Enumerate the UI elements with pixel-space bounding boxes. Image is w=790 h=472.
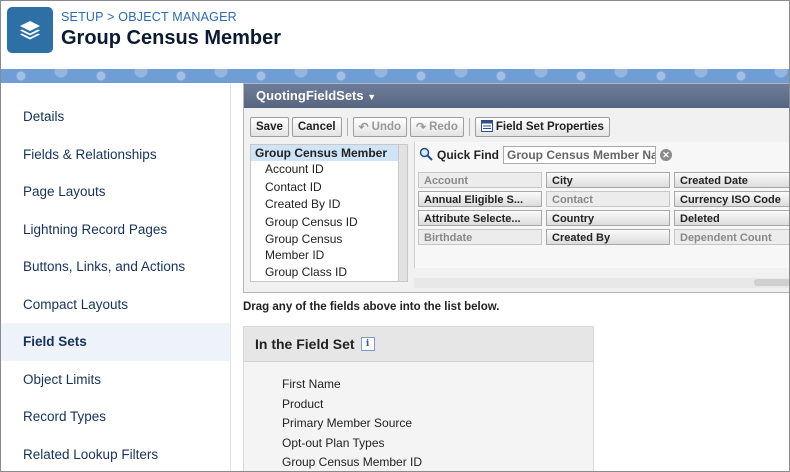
sidebar-item-details[interactable]: Details bbox=[1, 98, 230, 136]
undo-icon: ↶ bbox=[358, 120, 369, 134]
scrollbar-thumb[interactable] bbox=[754, 279, 789, 286]
field-chip[interactable]: Created Date bbox=[674, 172, 789, 188]
field-chip: Dependent Count bbox=[674, 229, 789, 245]
save-label: Save bbox=[256, 121, 283, 133]
field-set-properties-button[interactable]: Field Set Properties bbox=[474, 117, 610, 137]
editor-toolbar: Save Cancel ↶ Undo ↷ Redo Field Set Prop… bbox=[250, 116, 610, 138]
field-chip: Birthdate bbox=[418, 229, 542, 245]
field-set-item[interactable]: Group Census Member ID bbox=[282, 453, 593, 471]
object-field-item[interactable]: Group Census Member ID bbox=[251, 231, 399, 264]
undo-label: Undo bbox=[371, 121, 402, 133]
sidebar-item-record-types[interactable]: Record Types bbox=[1, 398, 230, 436]
sidebar-item-buttons-links-and-actions[interactable]: Buttons, Links, and Actions bbox=[1, 248, 230, 286]
sidebar-item-compact-layouts[interactable]: Compact Layouts bbox=[1, 286, 230, 324]
undo-button[interactable]: ↶ Undo bbox=[352, 117, 408, 137]
available-fields-grid: Account City Created Date Annual Eligible S… bbox=[418, 172, 789, 245]
magnifier-icon bbox=[419, 147, 433, 164]
object-field-item[interactable]: Contact ID bbox=[251, 179, 399, 197]
drag-instructions: Drag any of the fields above into the li… bbox=[243, 301, 500, 313]
cancel-label: Cancel bbox=[297, 121, 336, 133]
object-field-item[interactable]: Group Class ID bbox=[251, 264, 399, 281]
field-chip[interactable]: Created By bbox=[546, 229, 670, 245]
field-set-items: First Name Product Primary Member Source Op… bbox=[244, 362, 593, 471]
sidebar-item-object-limits[interactable]: Object Limits bbox=[1, 361, 230, 399]
field-set-title: In the Field Set bbox=[255, 336, 355, 352]
properties-label: Field Set Properties bbox=[495, 121, 604, 133]
setup-window: SETUP > OBJECT MANAGER Group Census Memb… bbox=[0, 0, 790, 472]
object-field-item[interactable]: Created By ID bbox=[251, 196, 399, 214]
chevron-down-icon: ▼ bbox=[367, 92, 377, 102]
sidebar: Details Fields & Relationships Page Layout… bbox=[1, 83, 231, 472]
tree-scrollbar[interactable] bbox=[398, 144, 408, 282]
field-chip[interactable]: Annual Eligible S... bbox=[418, 191, 542, 207]
info-icon[interactable]: i bbox=[360, 337, 375, 351]
available-fields-area: Quick Find Group Census Member Nam ✕ Acc… bbox=[414, 142, 789, 268]
layers-icon bbox=[7, 7, 53, 53]
field-chip[interactable]: Deleted bbox=[674, 210, 789, 226]
redo-icon: ↷ bbox=[416, 120, 427, 134]
field-chip[interactable]: Attribute Selecte... bbox=[418, 210, 542, 226]
sidebar-item-page-layouts[interactable]: Page Layouts bbox=[1, 173, 230, 211]
field-set-item[interactable]: Primary Member Source bbox=[282, 414, 593, 434]
object-field-item[interactable]: Group Census ID bbox=[251, 214, 399, 232]
toolbar-divider bbox=[468, 118, 470, 136]
in-field-set-box: In the Field Set i First Name Product Prim… bbox=[243, 326, 594, 471]
fieldset-name-dropdown[interactable]: QuotingFieldSets ▼ bbox=[244, 84, 789, 108]
quick-find: Quick Find Group Census Member Nam ✕ bbox=[419, 146, 673, 164]
sidebar-item-related-lookup-filters[interactable]: Related Lookup Filters bbox=[1, 436, 230, 472]
fields-scrollbar[interactable] bbox=[414, 278, 789, 288]
page-header: SETUP > OBJECT MANAGER Group Census Memb… bbox=[1, 1, 789, 69]
field-chip[interactable]: Country bbox=[546, 210, 670, 226]
object-fields: Account ID Contact ID Created By ID Group C… bbox=[251, 161, 399, 283]
header-banner bbox=[1, 69, 789, 83]
redo-button[interactable]: ↷ Redo bbox=[410, 117, 464, 137]
sidebar-item-lightning-record-pages[interactable]: Lightning Record Pages bbox=[1, 211, 230, 249]
properties-icon bbox=[480, 119, 493, 135]
page-title: Group Census Member bbox=[61, 27, 282, 49]
field-set-item[interactable]: First Name bbox=[282, 375, 593, 395]
quick-find-input[interactable]: Group Census Member Nam bbox=[503, 146, 657, 164]
field-chip[interactable]: City bbox=[546, 172, 670, 188]
breadcrumb[interactable]: SETUP > OBJECT MANAGER bbox=[61, 10, 237, 24]
object-field-item[interactable]: Last Modified By ID bbox=[251, 282, 399, 283]
main-content: QuotingFieldSets ▼ Save Cancel ↶ Undo ↷ … bbox=[231, 83, 789, 471]
sidebar-item-field-sets[interactable]: Field Sets bbox=[1, 323, 230, 361]
field-set-editor: QuotingFieldSets ▼ Save Cancel ↶ Undo ↷ … bbox=[243, 83, 789, 293]
sidebar-list: Details Fields & Relationships Page Layout… bbox=[1, 98, 230, 472]
field-set-item[interactable]: Opt-out Plan Types bbox=[282, 434, 593, 454]
object-field-item[interactable]: Account ID bbox=[251, 161, 399, 179]
quick-find-label: Quick Find bbox=[437, 148, 500, 162]
clear-icon[interactable]: ✕ bbox=[660, 149, 673, 161]
field-set-header: In the Field Set i bbox=[244, 327, 593, 362]
field-chip[interactable]: Currency ISO Code bbox=[674, 191, 789, 207]
sidebar-item-fields-relationships[interactable]: Fields & Relationships bbox=[1, 136, 230, 174]
redo-label: Redo bbox=[429, 121, 458, 133]
field-chip: Account bbox=[418, 172, 542, 188]
toolbar-divider bbox=[346, 118, 348, 136]
object-group[interactable]: Group Census Member bbox=[251, 145, 399, 161]
fieldset-name: QuotingFieldSets bbox=[256, 88, 364, 103]
field-set-item[interactable]: Product bbox=[282, 395, 593, 415]
cancel-button[interactable]: Cancel bbox=[291, 117, 342, 137]
field-chip: Contact bbox=[546, 191, 670, 207]
object-field-tree: Group Census Member Account ID Contact ID… bbox=[250, 144, 400, 282]
save-button[interactable]: Save bbox=[250, 117, 289, 137]
